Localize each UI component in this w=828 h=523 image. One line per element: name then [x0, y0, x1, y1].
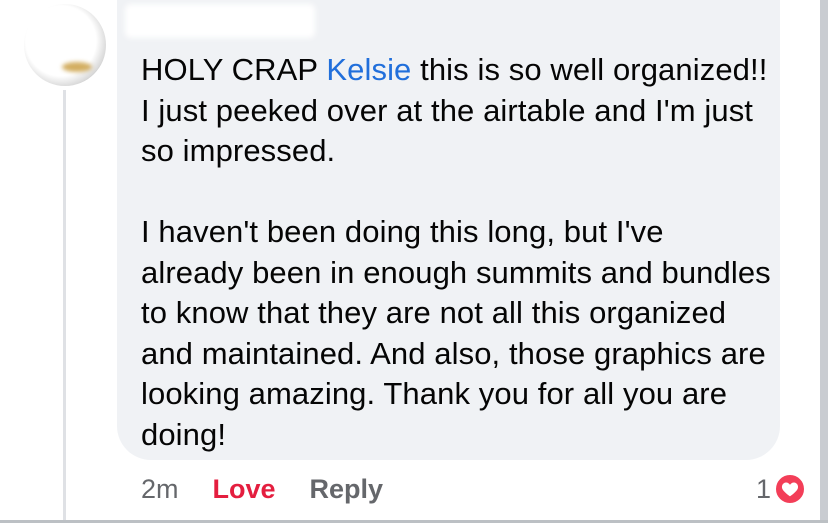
reply-button[interactable]: Reply [310, 474, 384, 505]
love-button[interactable]: Love [213, 474, 276, 505]
window-edge [820, 0, 828, 523]
comment-paragraph-1: HOLY CRAP Kelsie this is so well organiz… [141, 50, 771, 172]
comment-paragraph-2: I haven't been doing this long, but I've… [141, 214, 771, 452]
reaction-count: 1 [755, 473, 771, 504]
avatar-image-detail [62, 62, 92, 72]
comment-text: HOLY CRAP Kelsie this is so well organiz… [141, 50, 771, 455]
comment-intro-text: HOLY CRAP [141, 52, 327, 87]
heart-icon [774, 473, 806, 505]
avatar[interactable] [24, 4, 106, 86]
reaction-summary[interactable]: 1 [756, 471, 806, 507]
comment-actions: 2m Love Reply [141, 471, 383, 507]
author-name-redacted [125, 4, 315, 38]
mention-link[interactable]: Kelsie [326, 52, 411, 87]
thread-line [63, 90, 66, 523]
timestamp[interactable]: 2m [141, 474, 179, 505]
